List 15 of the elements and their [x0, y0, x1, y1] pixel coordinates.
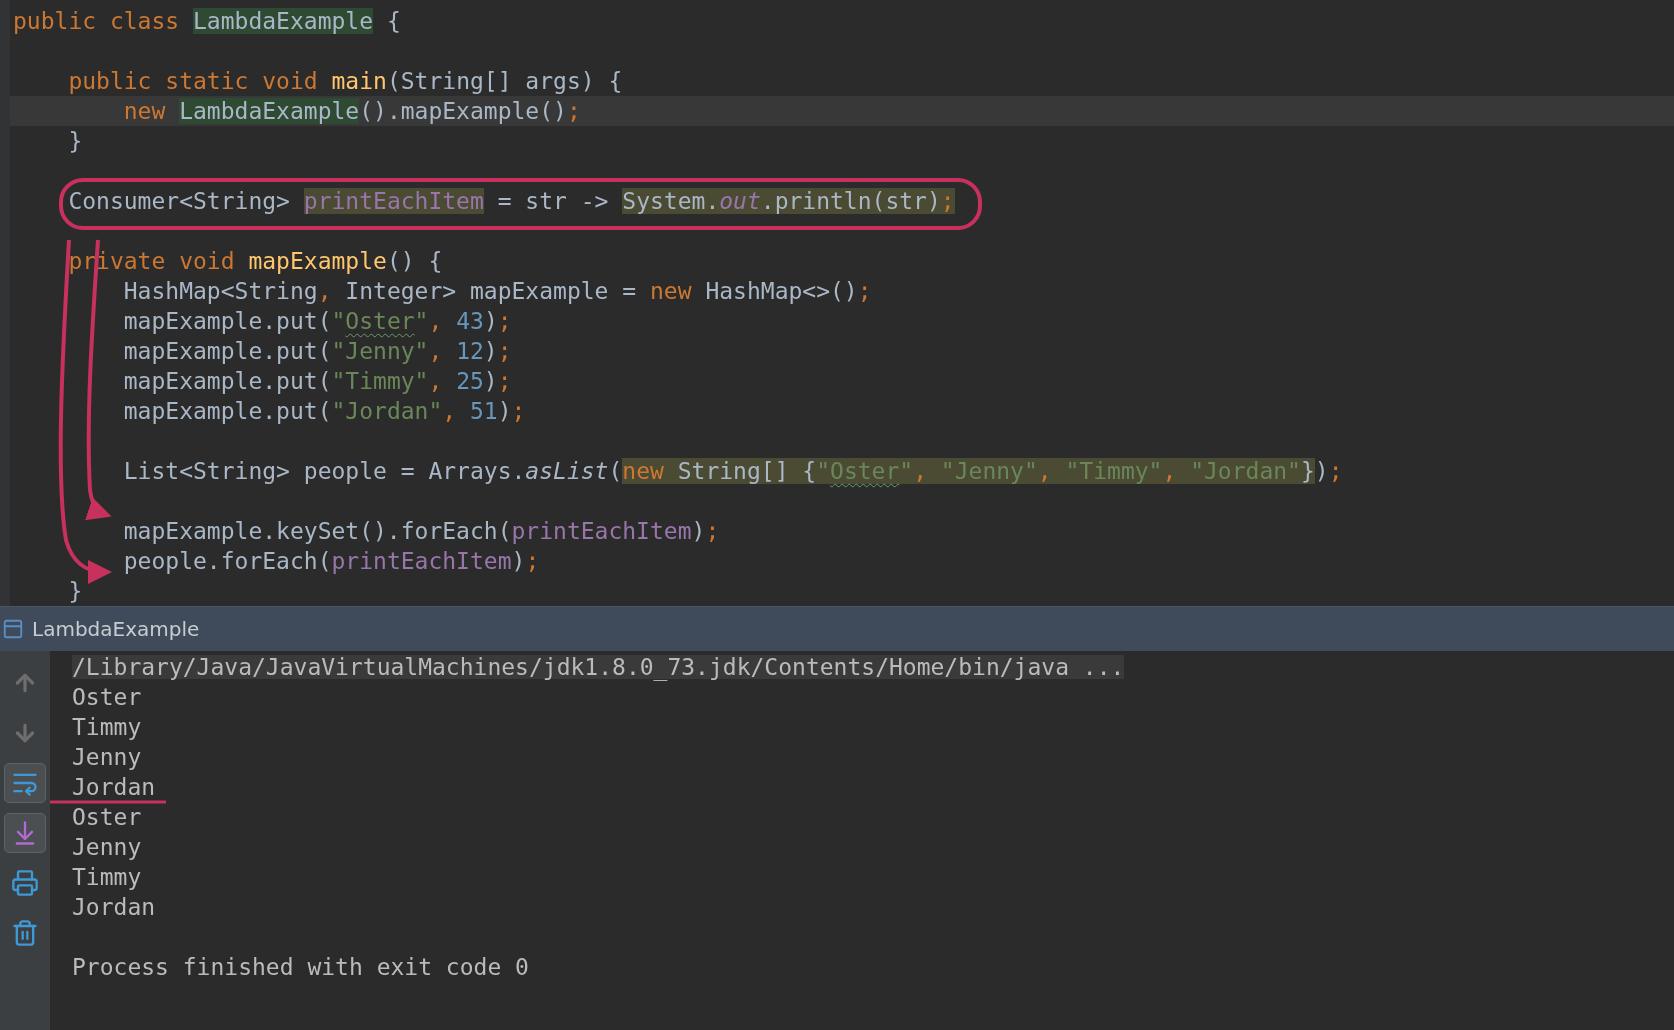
console-line: Jordan — [72, 775, 156, 799]
trash-icon — [11, 919, 39, 947]
console-line: Jordan — [72, 895, 156, 919]
console-line: Oster — [72, 685, 142, 709]
window-icon — [2, 618, 24, 640]
scroll-to-end-button[interactable] — [4, 813, 46, 853]
soft-wrap-button[interactable] — [4, 763, 46, 803]
console-line: Timmy — [72, 715, 142, 739]
printer-icon — [11, 869, 39, 897]
console-line: Oster — [72, 805, 142, 829]
console-line: Timmy — [72, 865, 142, 889]
console-line: Jenny — [72, 745, 142, 769]
console-line: Jenny — [72, 835, 142, 859]
console-line: Process finished with exit code 0 — [72, 955, 529, 979]
panel-title: LambdaExample — [32, 617, 200, 641]
